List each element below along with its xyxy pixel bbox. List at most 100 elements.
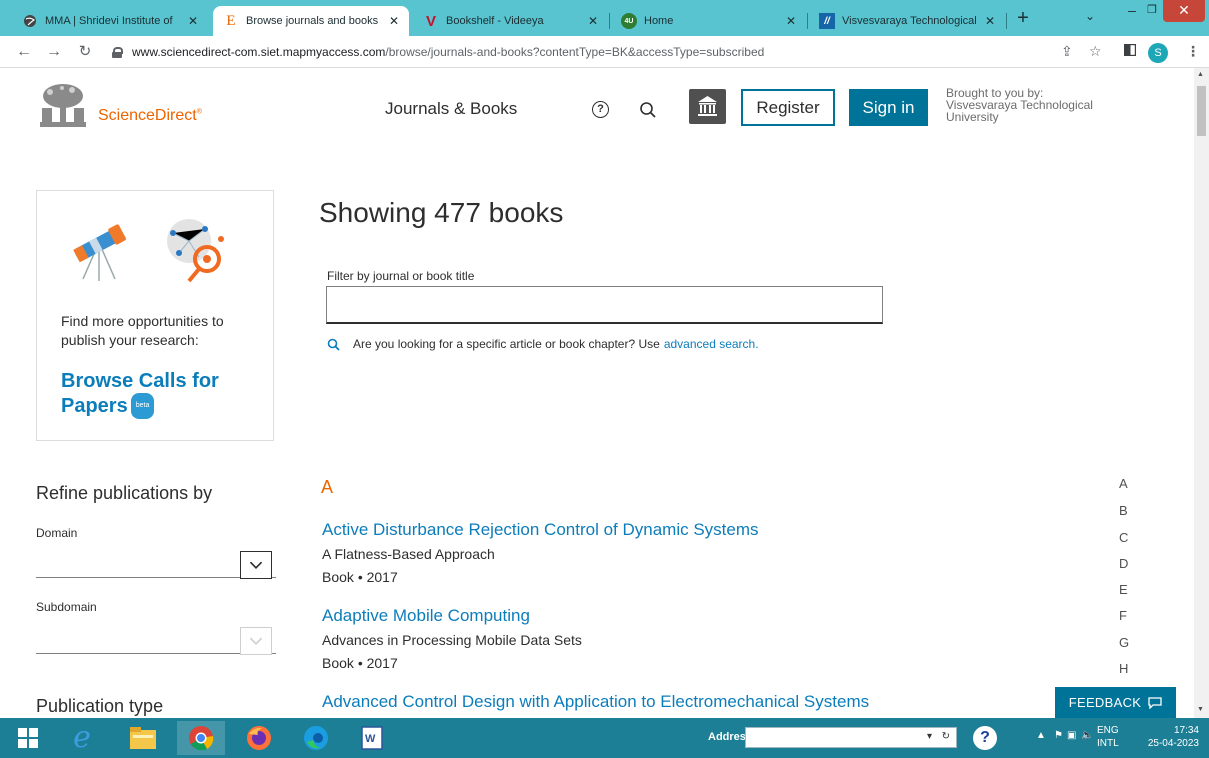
filter-label: Filter by journal or book title [327, 269, 475, 283]
page-scrollbar[interactable]: ▲ ▼ [1194, 68, 1209, 718]
subdomain-select[interactable] [36, 622, 276, 655]
tab-search-chevron-icon[interactable]: ⌄ [1085, 9, 1095, 23]
advanced-search-hint: Are you looking for a specific article o… [327, 337, 759, 351]
elsevier-icon: E [226, 12, 236, 29]
elsevier-tree-logo[interactable] [36, 82, 90, 132]
sign-in-button[interactable]: Sign in [849, 89, 928, 126]
promo-description: Find more opportunities to publish your … [61, 313, 224, 348]
system-clock[interactable]: 17:34 25-04-2023 [1135, 724, 1199, 750]
brought-to-you-by: Brought to you by: Visvesvaraya Technolo… [946, 87, 1146, 123]
beta-badge: beta [130, 393, 155, 419]
az-index-g[interactable]: G [1119, 635, 1129, 650]
firefox-icon[interactable] [235, 721, 283, 755]
feedback-label: FEEDBACK [1068, 695, 1142, 710]
address-bar[interactable]: www.sciencedirect-com.siet.mapmyaccess.c… [112, 40, 1112, 64]
tab-mma[interactable]: MMA | Shridevi Institute of ✕ [12, 6, 208, 36]
book-meta: Book • 2017 [322, 655, 398, 671]
refresh-icon[interactable]: ↻ [942, 731, 950, 742]
clock-date: 25-04-2023 [1147, 738, 1199, 749]
calls-for-papers-card: Find more opportunities to publish your … [36, 190, 274, 441]
feedback-button[interactable]: FEEDBACK [1055, 687, 1176, 718]
taskbar-address-input[interactable]: ▾ ↻ [745, 727, 957, 748]
language-indicator[interactable]: ENG INTL [1097, 724, 1119, 750]
register-button[interactable]: Register [741, 89, 835, 126]
scroll-down-icon[interactable]: ▼ [1197, 706, 1204, 713]
telescope-icon [65, 213, 135, 283]
videeya-icon: V [425, 12, 436, 30]
reload-icon[interactable]: ↻ [75, 42, 95, 62]
globe-icon [22, 13, 38, 29]
az-index-h[interactable]: H [1119, 661, 1128, 676]
az-index-e[interactable]: E [1119, 582, 1128, 597]
chrome-icon[interactable] [177, 721, 225, 755]
az-index-b[interactable]: B [1119, 503, 1128, 518]
clock-time: 17:34 [1173, 725, 1199, 736]
file-explorer-icon[interactable] [119, 721, 167, 755]
forward-icon[interactable]: → [44, 42, 64, 62]
edge-icon[interactable] [292, 721, 340, 755]
browser-toolbar: ← → ↻ www.sciencedirect-com.siet.mapmyac… [0, 36, 1209, 68]
tab-close-icon[interactable]: ✕ [588, 14, 598, 28]
show-hidden-icons-icon[interactable]: ▲ [1036, 730, 1046, 741]
tab-close-icon[interactable]: ✕ [985, 14, 995, 28]
volume-icon[interactable]: 🔈 [1081, 730, 1093, 741]
bookmark-star-icon[interactable]: ☆ [1089, 43, 1102, 60]
chevron-down-icon[interactable]: ▾ [927, 731, 932, 742]
windows-start-icon[interactable] [4, 721, 52, 755]
browser-tab-strip: MMA | Shridevi Institute of ✕ E Browse j… [0, 0, 1209, 36]
registered-mark: ® [196, 108, 202, 116]
tab-close-icon[interactable]: ✕ [786, 14, 796, 28]
url-host: www.sciencedirect-com.siet.mapmyaccess.c… [132, 45, 386, 59]
tab-separator [1006, 13, 1007, 29]
tab-title: Browse journals and books [246, 15, 379, 27]
advanced-search-link[interactable]: advanced search. [664, 337, 759, 351]
tab-bookshelf[interactable]: V Bookshelf - Videeya ✕ [413, 6, 608, 36]
az-index-f[interactable]: F [1119, 608, 1127, 623]
chevron-down-icon[interactable] [240, 627, 272, 655]
network-icon[interactable]: ▣ [1067, 730, 1076, 741]
browse-calls-for-papers-link[interactable]: Browse Calls for Papers beta [61, 369, 261, 419]
tab-close-icon[interactable]: ✕ [188, 14, 198, 28]
scroll-thumb[interactable] [1197, 86, 1206, 136]
az-index-a[interactable]: A [1119, 476, 1128, 491]
help-tray-icon[interactable]: ? [973, 726, 997, 750]
action-center-flag-icon[interactable]: ⚑ [1054, 730, 1063, 741]
search-icon[interactable] [639, 101, 657, 119]
new-tab-button[interactable]: + [1010, 6, 1036, 32]
filter-title-input[interactable] [326, 286, 883, 324]
side-panel-icon[interactable] [1123, 43, 1137, 59]
profile-avatar[interactable]: S [1148, 43, 1168, 63]
vtu-icon: // [819, 13, 835, 29]
window-close-icon[interactable]: ✕ [1163, 0, 1205, 22]
az-index-d[interactable]: D [1119, 556, 1128, 571]
language-layout: INTL [1097, 738, 1119, 749]
sciencedirect-logo-text[interactable]: ScienceDirect® [98, 107, 202, 125]
menu-kebab-icon[interactable]: ⋮ [1186, 43, 1200, 60]
book-subtitle: Advances in Processing Mobile Data Sets [322, 632, 582, 648]
tab-home[interactable]: 4U Home ✕ [611, 6, 806, 36]
book-title-link[interactable]: Adaptive Mobile Computing [322, 606, 530, 626]
search-hint-icon [327, 338, 340, 351]
chevron-down-icon[interactable] [240, 551, 272, 579]
book-meta: Book • 2017 [322, 569, 398, 585]
book-title-link[interactable]: Advanced Control Design with Application… [322, 692, 869, 712]
back-icon[interactable]: ← [14, 42, 34, 62]
tab-close-icon[interactable]: ✕ [389, 14, 399, 28]
share-icon[interactable]: ⇪ [1061, 43, 1073, 60]
tab-vtu[interactable]: // Visvesvaraya Technological ✕ [809, 6, 1005, 36]
journals-books-link[interactable]: Journals & Books [385, 99, 517, 119]
word-icon[interactable]: W [348, 721, 396, 755]
internet-explorer-icon[interactable]: e [58, 721, 106, 755]
book-title-link[interactable]: Active Disturbance Rejection Control of … [322, 520, 759, 540]
scroll-up-icon[interactable]: ▲ [1197, 71, 1204, 78]
chat-bubble-icon [1148, 696, 1162, 710]
tab-browse-journals[interactable]: E Browse journals and books ✕ [213, 6, 409, 36]
help-icon[interactable]: ? [592, 101, 609, 118]
lock-icon [112, 46, 123, 58]
letter-group-heading: A [321, 477, 334, 497]
az-index-c[interactable]: C [1119, 530, 1128, 545]
tab-title: Bookshelf - Videeya [446, 15, 544, 27]
home-4u-icon: 4U [621, 13, 637, 29]
institution-icon[interactable] [689, 89, 726, 124]
domain-select[interactable] [36, 546, 276, 579]
